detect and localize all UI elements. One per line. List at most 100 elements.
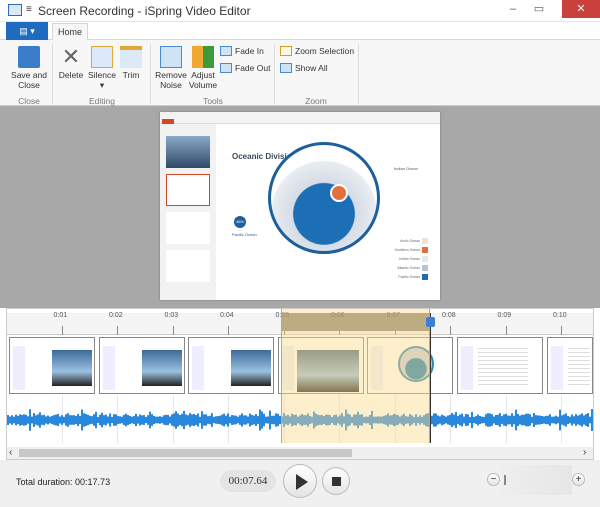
waveform-bar — [277, 413, 279, 427]
waveform-bar — [245, 415, 247, 425]
waveform-bar — [51, 416, 53, 424]
waveform-bar — [517, 413, 519, 427]
ruler-tick — [450, 326, 451, 335]
waveform-bar — [31, 416, 33, 424]
waveform-bar — [433, 413, 435, 427]
ribbon-tabs: ▤ ▾ Home — [0, 22, 600, 41]
volume-icon — [192, 46, 214, 68]
waveform-bar — [541, 416, 543, 424]
waveform-bar — [551, 416, 553, 424]
waveform-bar — [511, 413, 513, 427]
save-and-close-button[interactable]: Save and Close — [8, 46, 50, 90]
waveform-bar — [37, 414, 39, 426]
video-frame-thumbnail[interactable] — [457, 337, 543, 394]
waveform-bar — [201, 411, 203, 429]
play-button[interactable] — [283, 464, 317, 498]
video-frame-thumbnail[interactable] — [188, 337, 275, 394]
playhead[interactable] — [426, 313, 436, 443]
legend-label: Atlantic Ocean — [397, 265, 420, 270]
waveform-bar — [265, 416, 267, 424]
silence-button[interactable]: Silence ▾ — [86, 46, 118, 90]
waveform-bar — [589, 416, 591, 424]
trim-button[interactable]: Trim — [118, 46, 144, 80]
waveform-bar — [71, 415, 73, 425]
waveform-bar — [563, 414, 565, 426]
tab-home[interactable]: Home — [52, 23, 88, 41]
fade-out-button[interactable]: Fade Out — [220, 63, 270, 73]
waveform-bar — [27, 416, 29, 424]
group-label-tools: Tools — [203, 96, 223, 106]
waveform-bar — [503, 414, 505, 426]
waveform-bar — [69, 415, 71, 425]
delete-button[interactable]: ✕ Delete — [56, 46, 86, 81]
ruler-tick — [117, 326, 118, 335]
scrollbar-thumb[interactable] — [19, 449, 352, 457]
stop-icon — [332, 477, 341, 486]
preview-frame: Oceanic Divisions 46% Pacific Ocean Indi… — [160, 112, 440, 300]
waveform-bar — [109, 413, 111, 427]
waveform-bar — [75, 415, 77, 425]
waveform-bar — [497, 414, 499, 426]
waveform-bar — [21, 415, 23, 425]
zoom-out-button[interactable]: − — [487, 473, 500, 486]
zoom-in-button[interactable]: + — [572, 473, 585, 486]
waveform-bar — [205, 414, 207, 426]
legend-item: Indian Ocean — [392, 254, 428, 263]
waveform-bar — [561, 415, 563, 425]
remove-noise-button[interactable]: Remove Noise — [154, 46, 188, 90]
waveform-bar — [531, 416, 533, 424]
waveform-bar — [463, 416, 465, 424]
waveform-bar — [163, 415, 165, 425]
legend-item: Southern Ocean — [392, 245, 428, 254]
slide-legend: Arctic Ocean Southern Ocean Indian Ocean At… — [392, 236, 428, 281]
waveform-bar — [123, 414, 125, 426]
waveform-bar — [549, 414, 551, 426]
legend-swatch — [422, 273, 428, 280]
show-all-button[interactable]: Show All — [280, 63, 328, 73]
waveform-bar — [169, 416, 171, 424]
timeline[interactable]: 0:01 0:02 0:03 0:04 0:05 0:06 0:07 0:08 0:09 0:10… — [6, 308, 594, 460]
scroll-left-arrow[interactable]: ‹ — [9, 447, 12, 459]
waveform-bar — [23, 414, 25, 426]
file-menu-button[interactable]: ▤ ▾ — [6, 22, 48, 40]
waveform-bar — [267, 416, 269, 424]
scroll-right-arrow[interactable]: › — [583, 447, 586, 459]
waveform-bar — [477, 414, 479, 426]
ruler-tick-label: 0:09 — [497, 312, 512, 319]
fade-in-button[interactable]: Fade In — [220, 46, 264, 56]
ruler-tick-label: 0:02 — [109, 312, 123, 319]
video-frame-thumbnail[interactable] — [546, 337, 593, 394]
waveform-bar — [441, 414, 443, 426]
zoom-selection-button[interactable]: Zoom Selection — [280, 46, 354, 56]
waveform-bar — [579, 414, 581, 426]
video-frame-thumbnail[interactable] — [98, 337, 185, 394]
waveform-bar — [227, 413, 229, 427]
waveform-bar — [43, 414, 45, 426]
waveform-bar — [183, 410, 185, 430]
video-frame-thumbnail[interactable] — [9, 337, 95, 394]
waveform-bar — [29, 409, 31, 431]
adjust-volume-button[interactable]: Adjust Volume — [188, 46, 218, 90]
slide-thumbnail — [166, 250, 210, 282]
zoom-slider[interactable] — [502, 465, 572, 495]
waveform-bar — [537, 415, 539, 425]
waveform-bar — [249, 413, 251, 427]
waveform-bar — [243, 415, 245, 425]
waveform-bar — [235, 415, 237, 425]
quick-access-icon[interactable]: ≡ — [26, 4, 32, 15]
legend-swatch — [422, 255, 428, 262]
close-button[interactable]: ✕ — [562, 0, 600, 18]
waveform-bar — [191, 414, 193, 426]
minimize-button[interactable]: – — [500, 0, 526, 18]
waveform-bar — [17, 415, 19, 425]
waveform-bar — [219, 415, 221, 425]
waveform-bar — [271, 415, 273, 425]
stop-button[interactable] — [322, 467, 350, 495]
maximize-button[interactable]: ▭ — [526, 0, 552, 18]
selection-range[interactable] — [280, 309, 430, 443]
playhead-handle[interactable] — [426, 317, 436, 327]
zoom-slider-handle[interactable] — [504, 475, 506, 485]
waveform-bar — [185, 414, 187, 426]
ruler-tick — [172, 326, 174, 335]
timeline-scrollbar[interactable]: ‹ › — [7, 447, 593, 459]
